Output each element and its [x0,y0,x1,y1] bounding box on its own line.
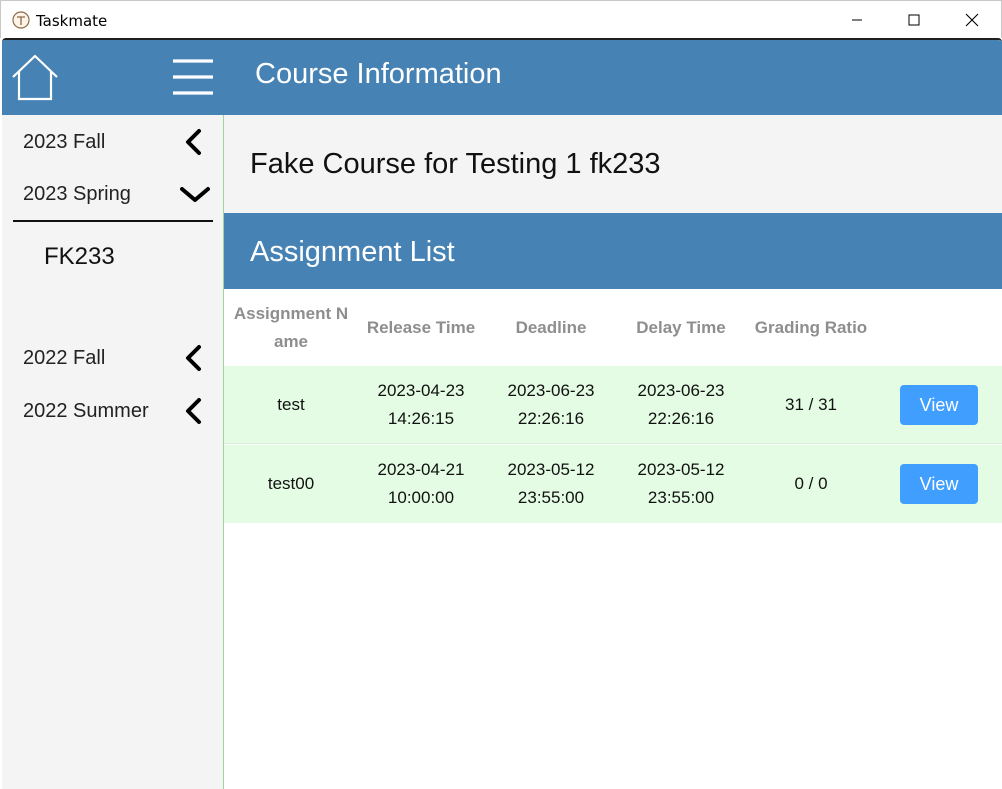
column-header-deadline[interactable]: Deadline [486,289,616,366]
chevron-left-icon [186,129,201,155]
sidebar-term-2023-spring[interactable]: 2023 Spring [2,170,224,218]
term-label: 2022 Fall [23,347,106,369]
sidebar-course-fk233[interactable]: FK233 [2,235,224,279]
window-title: Taskmate [36,12,108,30]
course-info-panel: Fake Course for Testing 1 fk233 [224,115,1002,213]
menu-button[interactable] [172,58,214,98]
sidebar: 2023 Fall 2023 Spring FK233 2022 Fall 20… [2,40,224,789]
page-header: Course Information [224,40,1002,115]
delay-time: 2023-06-23 22:26:16 [637,381,725,428]
column-header-name[interactable]: Assignment Name [226,289,356,366]
course-name: Fake Course for Testing 1 fk233 [250,148,661,180]
chevron-left-icon [186,398,201,424]
page-title: Course Information [255,58,502,90]
column-header-release-time[interactable]: Release Time [356,289,486,366]
term-label: 2022 Summer [23,400,149,422]
table-row: test 2023-04-23 14:26:15 2023-06-23 22:2… [224,366,1002,444]
close-button[interactable] [943,1,1001,39]
maximize-icon [908,14,920,26]
sidebar-term-2022-fall[interactable]: 2022 Fall [2,334,224,382]
grading-ratio: 0 / 0 [794,474,828,493]
term-divider [13,220,213,222]
term-label: 2023 Spring [23,183,131,205]
deadline: 2023-06-23 22:26:16 [507,381,595,428]
hamburger-menu-icon [173,59,213,95]
assignment-name: test [277,395,305,414]
assignment-list-header: Assignment List [224,213,1002,289]
close-icon [965,13,979,27]
grading-ratio: 31 / 31 [785,395,837,414]
app-logo-icon [12,11,30,29]
app-window: 2023 Fall 2023 Spring FK233 2022 Fall 20… [2,38,1002,789]
minimize-button[interactable] [828,1,886,39]
view-button[interactable]: View [900,385,978,425]
chevron-down-icon [180,187,210,202]
deadline: 2023-05-12 23:55:00 [507,460,595,507]
window-titlebar[interactable]: Taskmate [0,0,1002,38]
sidebar-term-2022-summer[interactable]: 2022 Summer [2,387,224,435]
assignment-list-title: Assignment List [250,236,455,268]
sidebar-term-2023-fall[interactable]: 2023 Fall [2,118,224,166]
release-time: 2023-04-21 10:00:00 [377,460,465,507]
assignment-table-header: Assignment Name Release Time Deadline De… [224,289,1002,366]
minimize-icon [852,19,862,21]
delay-time: 2023-05-12 23:55:00 [637,460,725,507]
column-header-grading-ratio[interactable]: Grading Ratio [746,289,876,366]
table-row: test00 2023-04-21 10:00:00 2023-05-12 23… [224,445,1002,523]
home-button[interactable] [10,53,60,103]
chevron-left-icon [186,345,201,371]
view-button[interactable]: View [900,464,978,504]
assignment-name: test00 [267,474,315,493]
sidebar-header [2,40,224,115]
course-label: FK233 [44,243,115,270]
term-label: 2023 Fall [23,131,106,153]
home-icon [12,54,58,101]
release-time: 2023-04-23 14:26:15 [377,381,465,428]
main-content: Course Information Fake Course for Testi… [224,40,1002,789]
column-header-delay-time[interactable]: Delay Time [616,289,746,366]
maximize-button[interactable] [885,1,943,39]
